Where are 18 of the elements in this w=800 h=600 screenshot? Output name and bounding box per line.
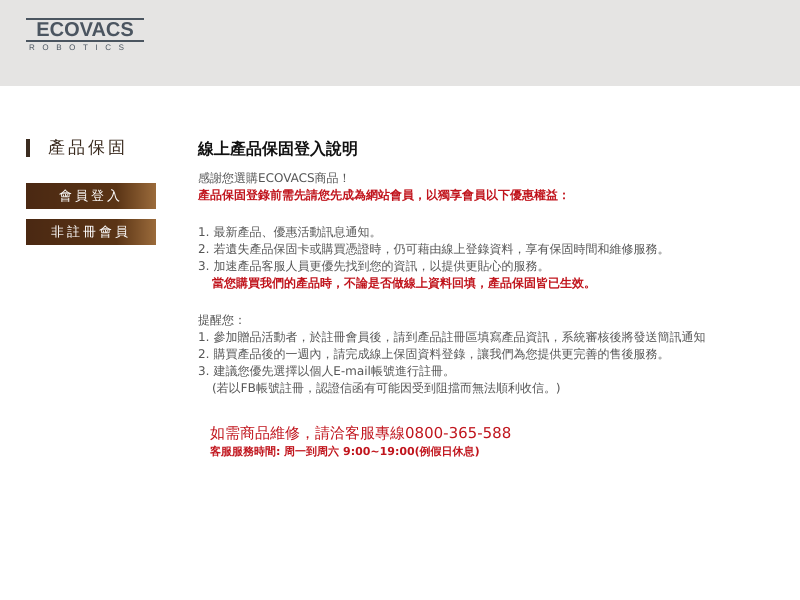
text-line: 當您購買我們的產品時，不論是否做線上資料回填，產品保固皆已生效。: [211, 275, 597, 292]
sidebar-button[interactable]: 非註冊會員: [26, 219, 156, 245]
text-line: 1. 參加贈品活動者，於註冊會員後，請到產品註冊區填寫產品資訊，系統審核後將發送簡訊通知: [198, 329, 706, 346]
text-line: 客服服務時間: 周一到周六 9:00~19:00(例假日休息): [209, 444, 481, 460]
text-line: 產品保固登錄前需先請您先成為網站會員，以獨享會員以下優惠權益：: [198, 187, 571, 204]
text-line: 提醒您：: [198, 312, 247, 329]
text-line: (若以FB帳號註冊，認證信函有可能因受到阻擋而無法順利收信。): [211, 380, 562, 397]
text-line: 感謝您選購ECOVACS商品！: [198, 170, 352, 187]
sidebar-button[interactable]: 會員登入: [26, 183, 156, 209]
text-line: 3. 建議您優先選擇以個人E-mail帳號進行註冊。: [198, 363, 456, 380]
logo: ECOVACS ROBOTICS: [26, 18, 144, 54]
text-line: 2. 購買產品後的一週內，請完成線上保固資料登錄，讓我們為您提供更完善的售後服務。: [198, 346, 670, 363]
sidebar-title: 產品保固: [26, 139, 156, 157]
text-line: 3. 加速產品客服人員更優先找到您的資訊，以提供更貼心的服務。: [198, 258, 550, 275]
text-line: 如需商品維修，請洽客服專線0800-365-588: [209, 423, 512, 443]
page-title: 線上產品保固登入說明: [198, 139, 359, 160]
text-line: 2. 若遺失產品保固卡或購買憑證時，仍可藉由線上登錄資料，享有保固時間和維修服務。: [198, 241, 670, 258]
text-line: 1. 最新產品、優惠活動訊息通知。: [198, 224, 382, 241]
